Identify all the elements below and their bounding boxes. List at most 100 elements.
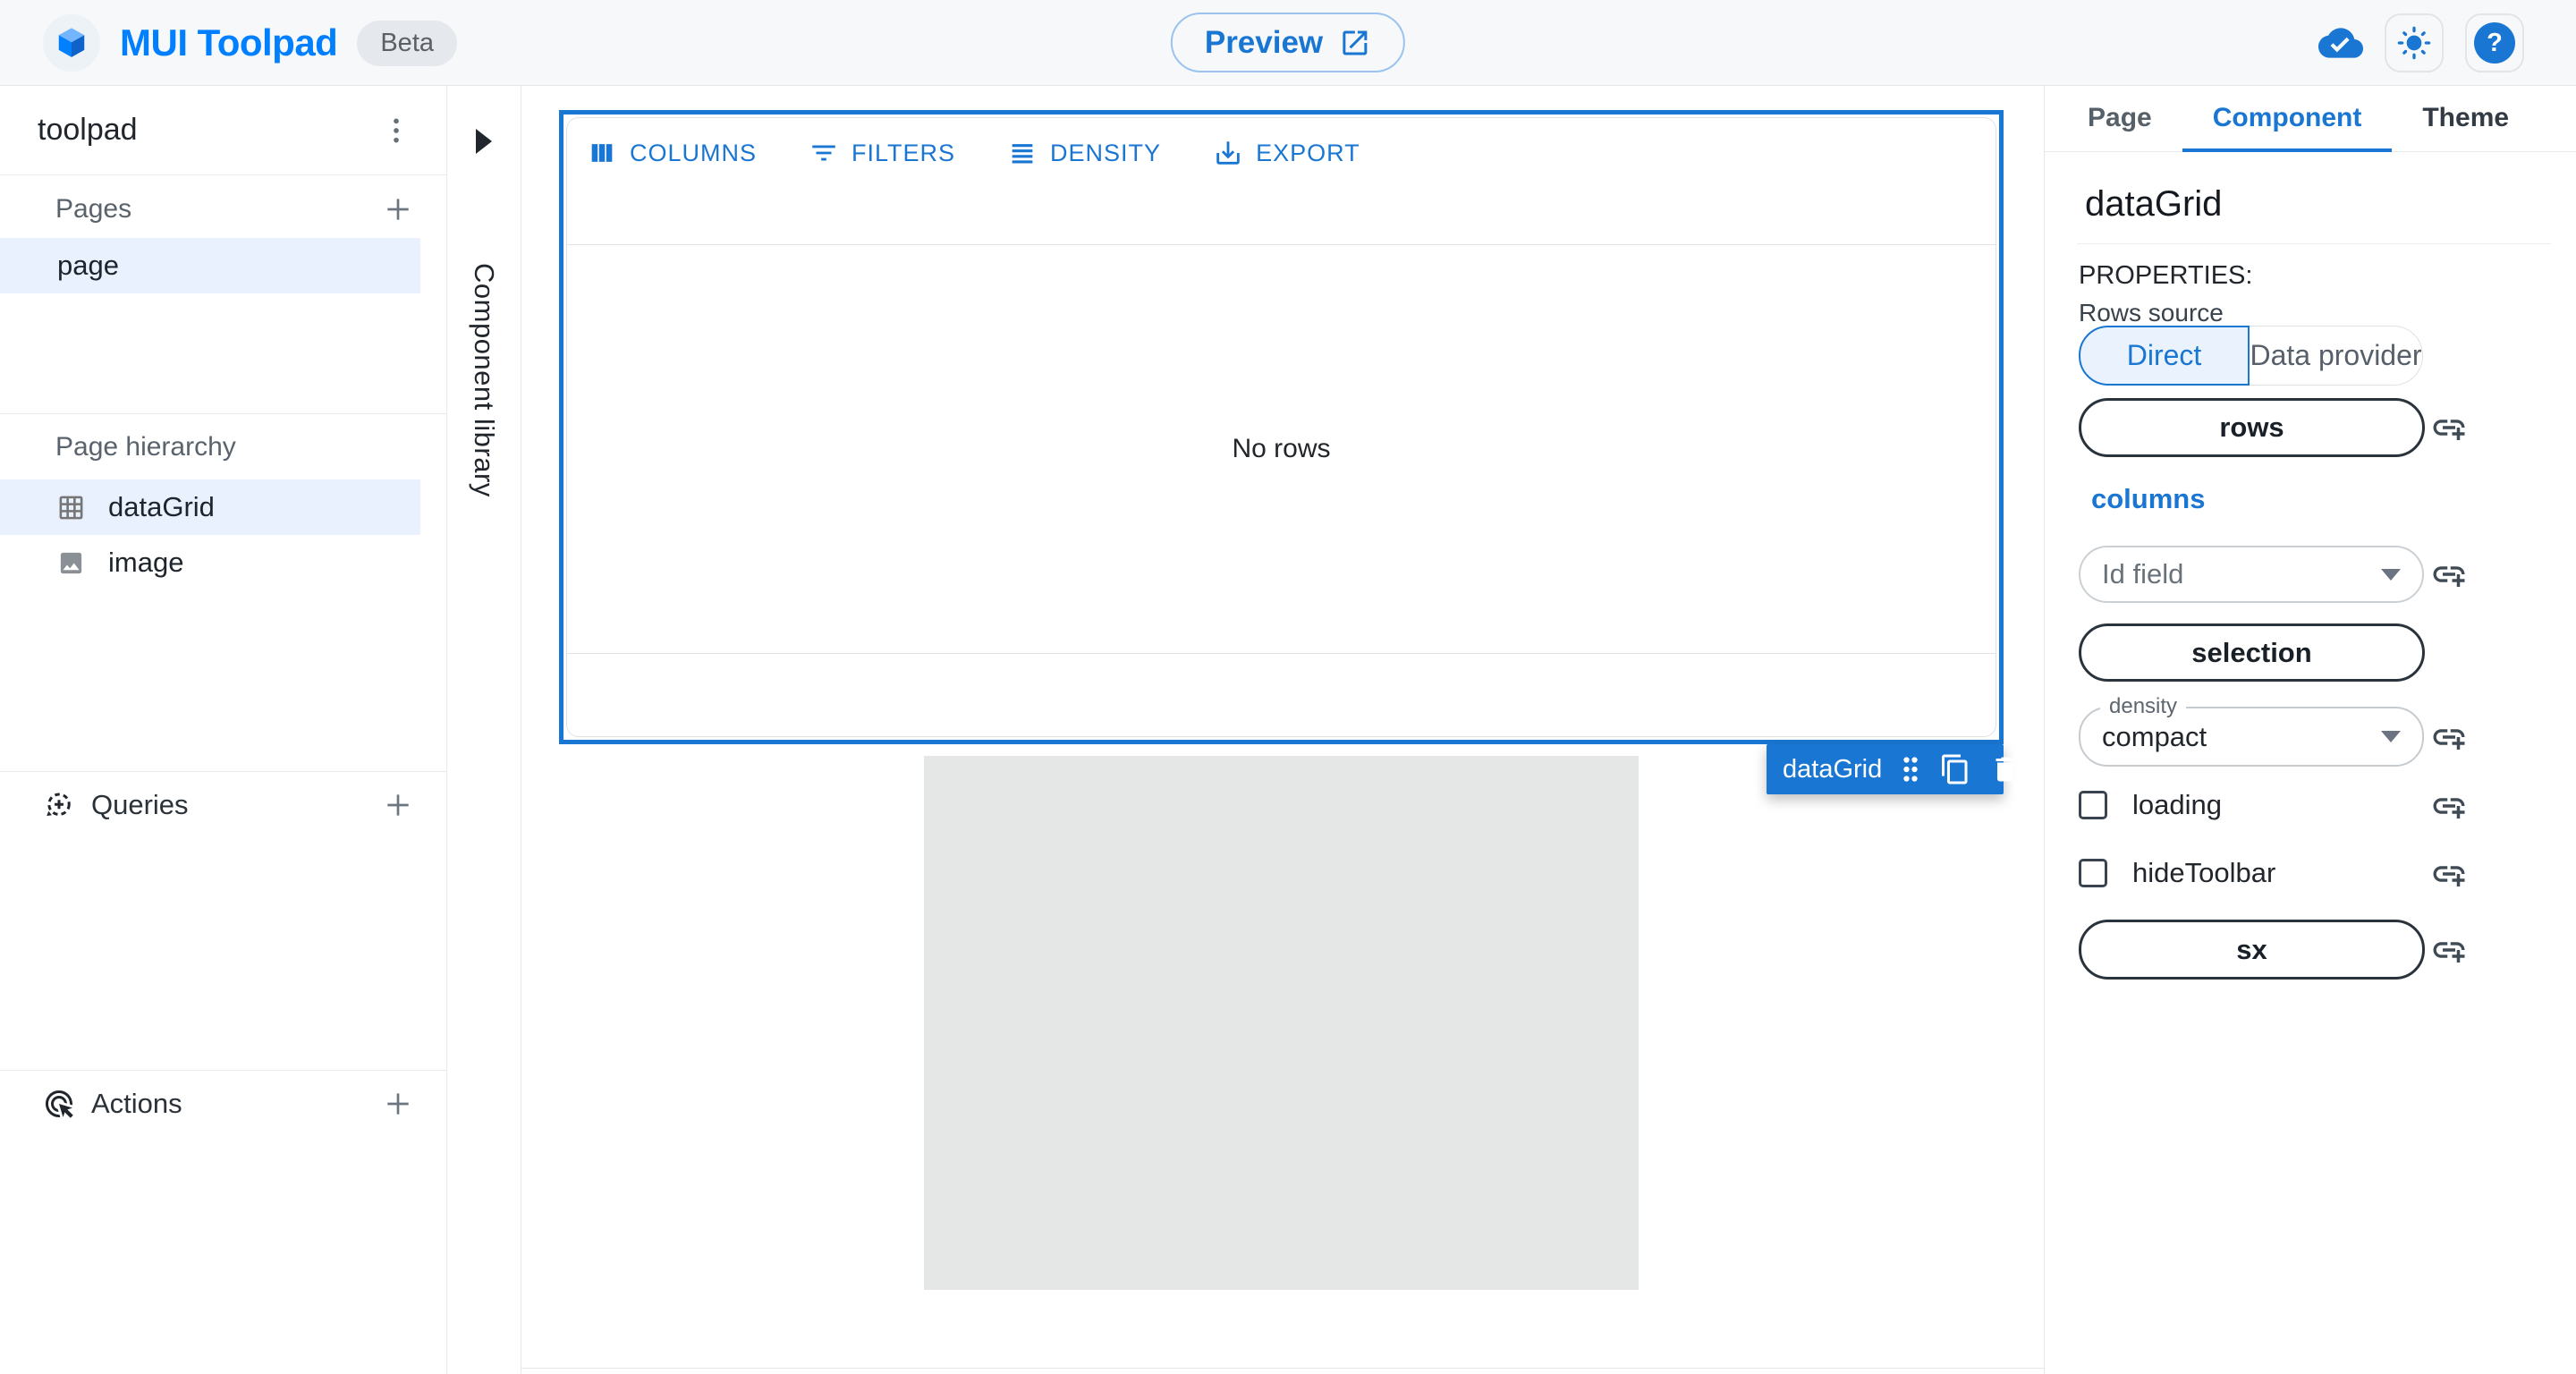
help-icon: ? [2474,22,2515,64]
view-column-icon [587,138,617,168]
brand: MUI Toolpad Beta [43,0,457,86]
hidetoolbar-checkbox-row: hideToolbar [2079,857,2275,889]
hidetoolbar-label: hideToolbar [2132,857,2275,889]
drag-handle-icon[interactable] [1900,752,1921,786]
explorer-sidebar: toolpad Pages page Page hierarchy dataGr… [0,86,447,1374]
bind-sx-icon[interactable] [2430,931,2468,969]
sidebar-item-page[interactable]: page [0,238,420,293]
sidebar-item-datagrid[interactable]: dataGrid [0,479,420,535]
loading-checkbox[interactable] [2079,791,2107,819]
density-select[interactable]: density compact [2079,707,2424,767]
actions-icon [43,1088,75,1120]
add-page-icon[interactable] [380,191,416,227]
divider [0,771,446,772]
tab-theme[interactable]: Theme [2392,86,2539,152]
rows-source-toggle: Direct Data provider [2079,326,2423,386]
loading-label: loading [2132,789,2222,821]
sidebar-item-image[interactable]: image [0,535,420,590]
density-label: DENSITY [1050,140,1161,167]
component-library-label[interactable]: Component library [468,263,500,497]
filters-button[interactable]: FILTERS [809,138,955,168]
density-select-label: density [2100,694,2186,719]
datagrid-component[interactable]: COLUMNS FILTERS DENSITY [566,117,1996,737]
density-icon [1007,138,1038,168]
queries-icon [43,789,75,821]
grid-icon [57,494,85,522]
selection-hud-toolbar: dataGrid [1767,744,2004,794]
actions-section-header: Actions [0,1075,446,1132]
bind-density-icon[interactable] [2430,718,2468,756]
project-name: toolpad [38,113,138,148]
page-item-label: page [57,250,119,282]
tab-component[interactable]: Component [2182,86,2393,152]
hidetoolbar-checkbox[interactable] [2079,859,2107,887]
no-rows-message: No rows [1232,434,1330,464]
image-item-label: image [108,547,183,579]
datagrid-toolbar: COLUMNS FILTERS DENSITY [567,118,1996,188]
kebab-menu-icon[interactable] [378,113,414,148]
preview-label: Preview [1205,25,1323,61]
expand-library-chevron-icon[interactable] [476,129,492,154]
app-header: MUI Toolpad Beta Preview ? [0,0,2576,86]
datagrid-selection-outline[interactable]: COLUMNS FILTERS DENSITY [559,110,2004,744]
component-library-panel: Component library [447,86,521,1374]
export-icon [1213,138,1243,168]
theme-toggle-button[interactable] [2385,13,2444,72]
filter-list-icon [809,138,839,168]
actions-section-label: Actions [91,1088,182,1120]
export-button[interactable]: EXPORT [1213,138,1360,168]
sx-property-button[interactable]: sx [2079,920,2425,980]
rows-source-label: Rows source [2079,299,2224,327]
divider [0,413,446,414]
datagrid-footer [567,654,1996,736]
bind-hidetoolbar-icon[interactable] [2430,855,2468,893]
divider [2077,243,2551,244]
pages-section-label: Pages [55,194,131,225]
density-value: compact [2102,721,2207,753]
selection-property-button[interactable]: selection [2079,623,2425,682]
add-query-icon[interactable] [380,787,416,823]
columns-editor-link[interactable]: columns [2091,483,2205,515]
filters-label: FILTERS [852,140,955,167]
image-component[interactable] [924,756,1639,1290]
project-row: toolpad [0,86,446,175]
beta-badge: Beta [357,21,457,66]
columns-button[interactable]: COLUMNS [587,138,757,168]
rows-property-button[interactable]: rows [2079,398,2425,457]
datagrid-item-label: dataGrid [108,491,215,523]
mui-toolpad-logo-icon [43,14,100,72]
delete-icon[interactable] [1989,753,2021,785]
queries-section-label: Queries [91,789,189,821]
inspector-tabs: Page Component Theme [2045,86,2576,152]
density-button[interactable]: DENSITY [1007,138,1161,168]
datagrid-column-headers [567,188,1996,245]
dropdown-arrow-icon [2381,569,2401,581]
tab-page[interactable]: Page [2057,86,2182,152]
pages-section-header: Pages [0,181,446,238]
open-in-new-icon [1339,27,1371,59]
selected-component-label: dataGrid [1783,755,1882,785]
bind-rows-icon[interactable] [2430,409,2468,446]
hierarchy-section-label: Page hierarchy [55,432,236,462]
copy-icon[interactable] [1939,753,1971,785]
help-button[interactable]: ? [2465,13,2524,72]
add-action-icon[interactable] [380,1086,416,1122]
app-title: MUI Toolpad [120,21,337,64]
bind-loading-icon[interactable] [2430,787,2468,825]
rows-source-direct-button[interactable]: Direct [2079,326,2250,386]
export-label: EXPORT [1256,140,1360,167]
columns-label: COLUMNS [630,140,757,167]
image-icon [57,549,85,577]
dropdown-arrow-icon [2381,731,2401,742]
datagrid-body: No rows [567,245,1996,654]
canvas-bottom-border [521,1368,2044,1369]
id-field-select[interactable]: Id field [2079,546,2424,603]
hierarchy-section-header: Page hierarchy [0,419,446,476]
inspector-panel: Page Component Theme dataGrid PROPERTIES… [2044,86,2576,1374]
preview-button[interactable]: Preview [1171,13,1405,72]
bind-idfield-icon[interactable] [2430,556,2468,593]
light-mode-icon [2396,25,2432,61]
queries-section-header: Queries [0,776,446,834]
id-field-value: Id field [2102,558,2183,590]
rows-source-dataprovider-button[interactable]: Data provider [2250,326,2423,386]
